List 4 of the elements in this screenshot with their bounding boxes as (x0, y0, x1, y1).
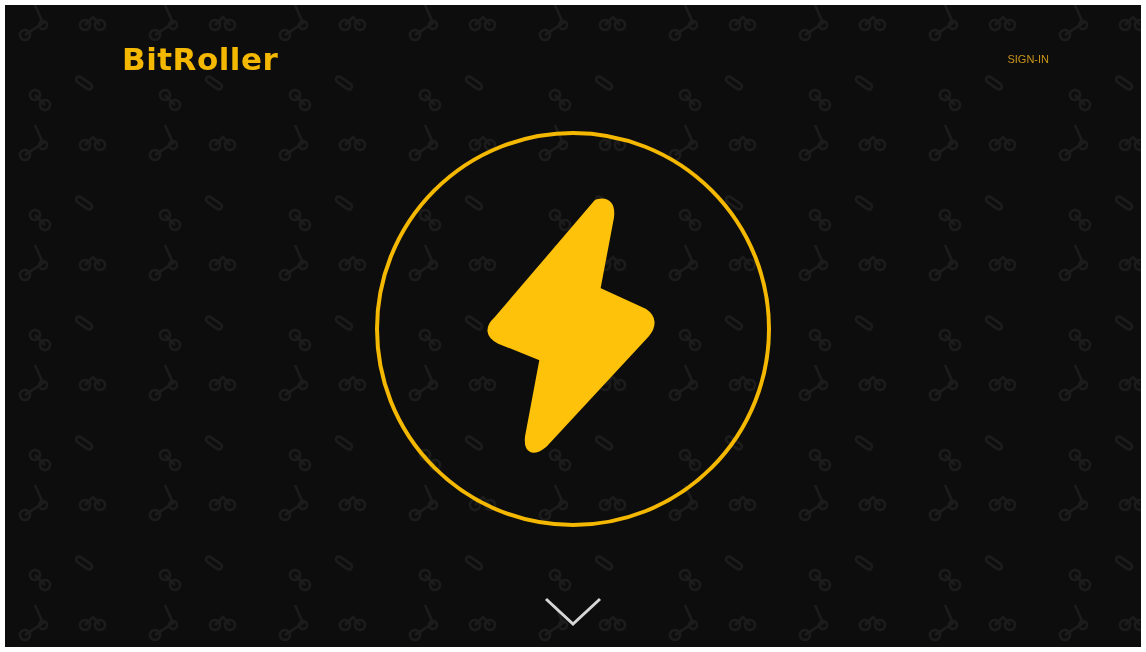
logo[interactable]: BitRoller (122, 41, 279, 77)
chevron-down-icon[interactable] (544, 597, 602, 627)
lightning-bolt-circle-icon (373, 129, 773, 529)
sign-in-link[interactable]: SIGN-IN (1007, 53, 1049, 65)
